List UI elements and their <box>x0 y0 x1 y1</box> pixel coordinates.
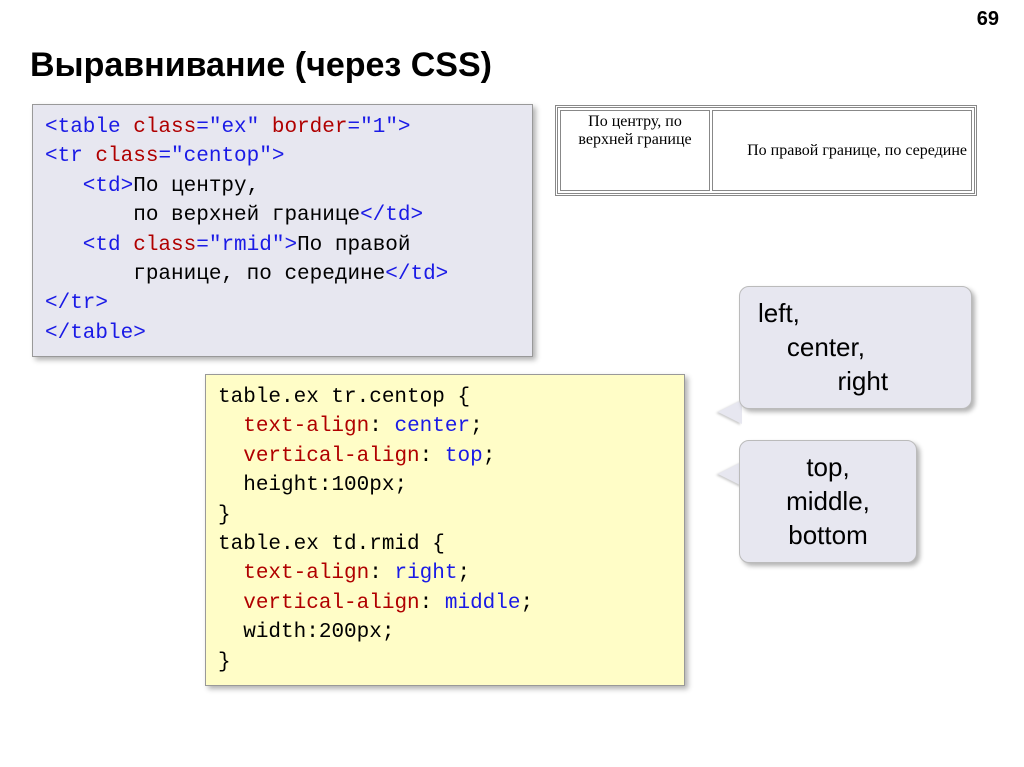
css-code-block: table.ex tr.centop { text-align: center;… <box>205 374 685 686</box>
page-title: Выравнивание (через CSS) <box>30 46 492 85</box>
example-cell-center-top: По центру, по верхней границе <box>560 110 710 191</box>
page-number: 69 <box>977 8 999 31</box>
callout-vertical-align-values: top, middle, bottom <box>739 440 917 563</box>
callout-tail-icon <box>718 400 742 424</box>
example-rendered-table: По центру, по верхней границе По правой … <box>555 105 977 196</box>
html-code-block: <table class="ex" border="1"> <tr class=… <box>32 104 533 357</box>
callout-text-align-values: left, center, right <box>739 286 972 409</box>
example-row: По центру, по верхней границе По правой … <box>560 110 972 191</box>
example-cell-right-middle: По правой границе, по середине <box>712 110 972 191</box>
